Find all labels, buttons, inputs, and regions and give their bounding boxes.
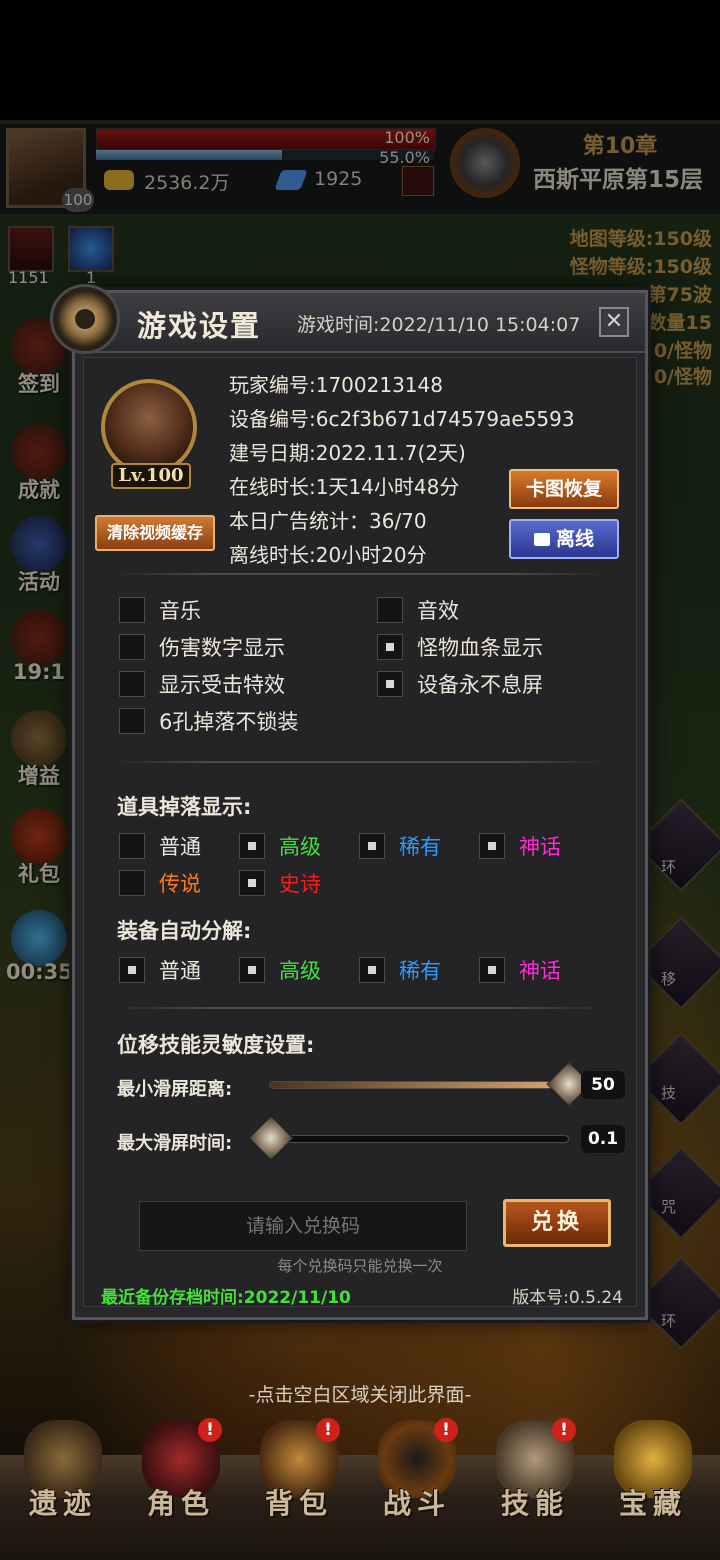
offline-button[interactable]: 离线: [509, 519, 619, 559]
auto-decompose-title: 装备自动分解:: [117, 919, 252, 943]
close-hint: -点击空白区域关闭此界面-: [248, 1384, 472, 1406]
drop-legend-label: 传说: [159, 872, 201, 896]
min-distance-slider-fill: [270, 1082, 568, 1088]
decompose-myth-label: 神话: [519, 959, 561, 983]
ad-statistics: 本日广告统计：36/70: [229, 509, 427, 533]
divider: [111, 761, 609, 763]
nav-treasure[interactable]: 宝藏: [594, 1408, 712, 1558]
checkbox-drop-epic[interactable]: [239, 870, 265, 896]
offline-button-label: 离线: [555, 528, 594, 550]
nav-character[interactable]: ! 角色: [122, 1408, 240, 1558]
clear-video-cache-button[interactable]: 清除视频缓存: [95, 515, 215, 551]
account-created-date: 建号日期:2022.11.7(2天): [229, 441, 466, 465]
close-icon[interactable]: ✕: [599, 307, 629, 337]
min-distance-value: 50: [581, 1071, 625, 1099]
checkbox-decompose-advanced[interactable]: [239, 957, 265, 983]
screen-always-on-label: 设备永不息屏: [417, 673, 543, 697]
monster-hp-bar-label: 怪物血条显示: [417, 636, 543, 660]
checkbox-decompose-myth[interactable]: [479, 957, 505, 983]
map-restore-button[interactable]: 卡图恢复: [509, 469, 619, 509]
settings-dialog: 游戏设置 游戏时间:2022/11/10 15:04:07 ✕ Lv.100 清…: [72, 290, 648, 1320]
divider: [111, 573, 609, 575]
decompose-normal-label: 普通: [159, 959, 201, 983]
divider: [111, 1007, 609, 1009]
player-avatar: [101, 379, 197, 475]
drop-rare-label: 稀有: [399, 835, 441, 859]
player-level-badge: Lv.100: [111, 463, 191, 489]
dialog-title: 游戏设置: [137, 309, 262, 343]
checkbox-hit-effects[interactable]: [119, 671, 145, 697]
nav-battle-label: 战斗: [382, 1487, 451, 1520]
online-duration: 在线时长:1天14小时48分: [229, 475, 460, 499]
min-distance-slider[interactable]: [269, 1061, 592, 1107]
device-id: 设备编号:6c2f3b671d74579ae5593: [229, 407, 575, 431]
sound-effects-label: 音效: [417, 599, 459, 623]
drop-epic-label: 史诗: [279, 872, 321, 896]
decompose-rare-label: 稀有: [399, 959, 441, 983]
checkbox-decompose-rare[interactable]: [359, 957, 385, 983]
redeem-code-input[interactable]: [139, 1201, 467, 1251]
backpack-alert-badge: !: [316, 1418, 340, 1442]
checkbox-monster-hp-bar[interactable]: [377, 634, 403, 660]
skills-alert-badge: !: [552, 1418, 576, 1442]
camera-icon: [533, 533, 550, 546]
min-distance-label: 最小滑屏距离:: [117, 1079, 233, 1100]
max-time-slider[interactable]: [248, 1115, 569, 1161]
sensitivity-title: 位移技能灵敏度设置:: [117, 1033, 315, 1057]
checkbox-drop-advanced[interactable]: [239, 833, 265, 859]
nav-backpack-label: 背包: [264, 1487, 333, 1520]
redeem-button[interactable]: 兑换: [503, 1199, 611, 1247]
redeem-note: 每个兑换码只能兑换一次: [277, 1257, 443, 1275]
battle-alert-badge: !: [434, 1418, 458, 1442]
settings-gear-icon: [50, 284, 120, 354]
dialog-header: 游戏设置 游戏时间:2022/11/10 15:04:07 ✕: [75, 293, 645, 353]
last-backup-time: 最近备份存档时间:2022/11/10: [101, 1288, 351, 1308]
drop-advanced-label: 高级: [279, 835, 321, 859]
music-label: 音乐: [159, 599, 201, 623]
nav-character-label: 角色: [146, 1487, 215, 1520]
drop-display-title: 道具掉落显示:: [117, 795, 252, 819]
drop-myth-label: 神话: [519, 835, 561, 859]
max-time-label: 最大滑屏时间:: [117, 1133, 233, 1154]
version-number: 版本号:0.5.24: [512, 1288, 623, 1308]
decompose-advanced-label: 高级: [279, 959, 321, 983]
game-time: 游戏时间:2022/11/10 15:04:07: [297, 314, 581, 336]
nav-treasure-label: 宝藏: [618, 1487, 687, 1520]
checkbox-drop-myth[interactable]: [479, 833, 505, 859]
checkbox-drop-rare[interactable]: [359, 833, 385, 859]
nav-ruins[interactable]: 遗迹: [4, 1408, 122, 1558]
hit-effects-label: 显示受击特效: [159, 673, 285, 697]
checkbox-decompose-normal[interactable]: [119, 957, 145, 983]
player-id: 玩家编号:1700213148: [229, 373, 443, 397]
checkbox-music[interactable]: [119, 597, 145, 623]
checkbox-sound-effects[interactable]: [377, 597, 403, 623]
drop-normal-label: 普通: [159, 835, 201, 859]
nav-backpack[interactable]: ! 背包: [240, 1408, 358, 1558]
checkbox-drop-legend[interactable]: [119, 870, 145, 896]
max-time-value: 0.1: [581, 1125, 625, 1153]
character-alert-badge: !: [198, 1418, 222, 1442]
checkbox-drop-normal[interactable]: [119, 833, 145, 859]
nav-ruins-label: 遗迹: [28, 1487, 97, 1520]
damage-numbers-label: 伤害数字显示: [159, 636, 285, 660]
nav-battle[interactable]: ! 战斗: [358, 1408, 476, 1558]
checkbox-damage-numbers[interactable]: [119, 634, 145, 660]
six-socket-no-lock-label: 6孔掉落不锁装: [159, 710, 299, 734]
nav-skills-label: 技能: [500, 1487, 569, 1520]
checkbox-six-socket-no-lock[interactable]: [119, 708, 145, 734]
offline-duration: 离线时长:20小时20分: [229, 543, 427, 567]
nav-skills[interactable]: ! 技能: [476, 1408, 594, 1558]
checkbox-screen-always-on[interactable]: [377, 671, 403, 697]
